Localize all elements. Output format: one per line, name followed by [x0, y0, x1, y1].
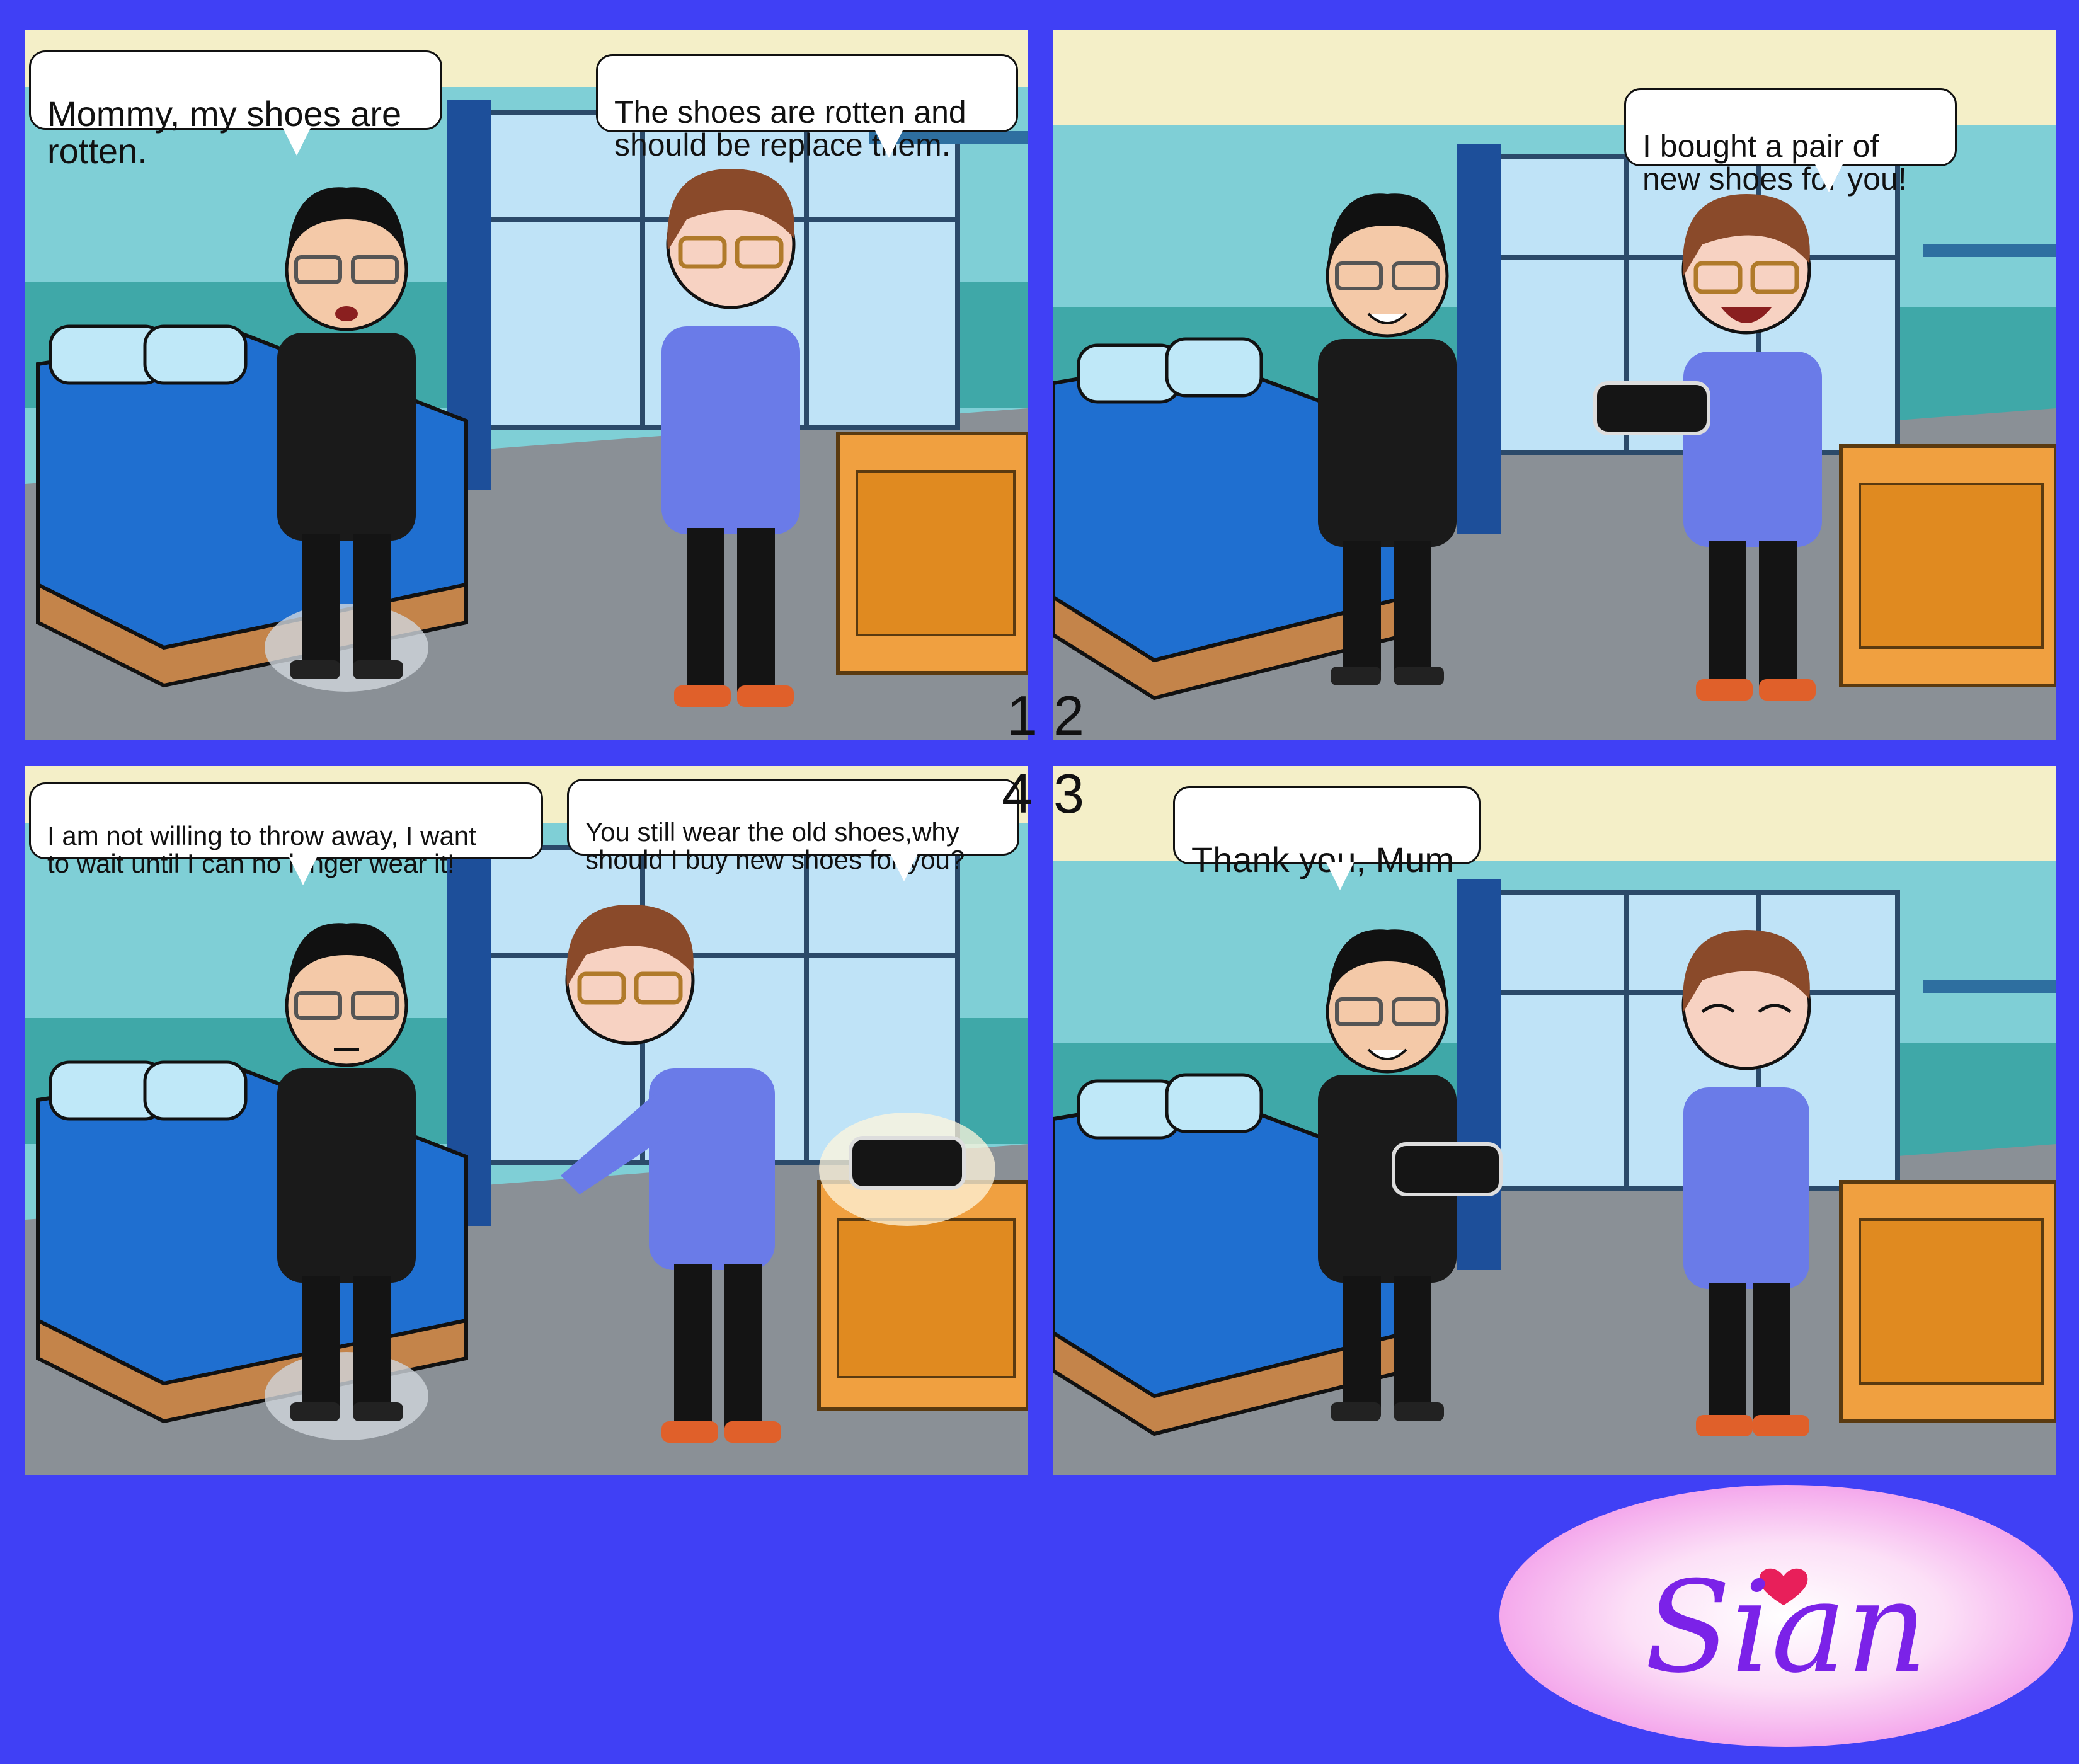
speech-bubble-boy: Mommy, my shoes are rotten.: [29, 50, 442, 169]
sian-logo: Sian: [1497, 1482, 2075, 1750]
speech-bubble-boy: Thank you, Mum: [1173, 786, 1480, 890]
speech-bubble-mom: You still wear the old shoes,why should …: [567, 779, 1019, 881]
speech-text: I bought a pair of new shoes for you!: [1642, 128, 1907, 197]
logo-text: Sian: [1644, 1554, 1927, 1701]
comic-panel-4: I am not willing to throw away, I want t…: [25, 766, 1028, 1475]
comic-panel-2: I bought a pair of new shoes for you!: [1053, 30, 2056, 740]
panel-number-4: 4: [1002, 762, 1033, 825]
speech-text: I am not willing to throw away, I want t…: [47, 821, 476, 879]
speech-bubble-mom: I bought a pair of new shoes for you!: [1624, 88, 1957, 195]
comic-panel-3: Thank you, Mum: [1053, 766, 2056, 1475]
comic-panel-1: Mommy, my shoes are rotten. The shoes ar…: [25, 30, 1028, 740]
panel-number-1: 1: [1007, 684, 1038, 747]
speech-bubble-boy: I am not willing to throw away, I want t…: [29, 782, 543, 885]
speech-bubble-mom: The shoes are rotten and should be repla…: [596, 54, 1018, 161]
panel-number-2: 2: [1053, 684, 1084, 747]
speech-text: Thank you, Mum: [1191, 839, 1455, 879]
speech-text: The shoes are rotten and should be repla…: [614, 94, 966, 163]
panel-number-3: 3: [1053, 762, 1084, 825]
